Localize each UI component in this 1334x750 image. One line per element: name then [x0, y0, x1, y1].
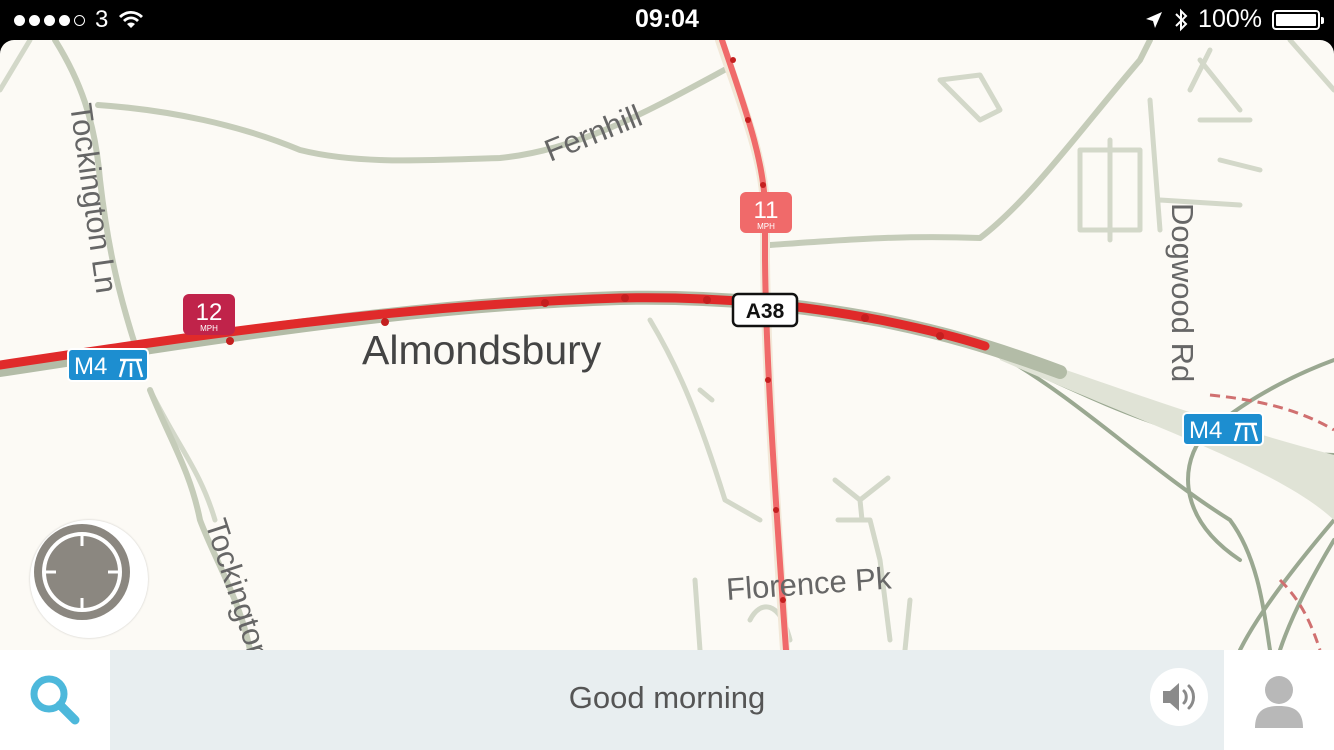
- user-avatar-icon: [1255, 676, 1303, 728]
- speed-marker-12[interactable]: 12 MPH: [183, 294, 235, 335]
- search-icon: [30, 675, 80, 725]
- crosshair-icon: [34, 524, 130, 620]
- sound-button[interactable]: [1150, 668, 1208, 726]
- map-canvas[interactable]: Tockington Ln Tockington Fernhill Dogwoo…: [0, 40, 1334, 650]
- road-label-dogwood-rd: Dogwood Rd: [1165, 203, 1200, 382]
- location-arrow-icon: [1146, 11, 1163, 28]
- greeting-panel[interactable]: Good morning: [110, 650, 1224, 750]
- search-button[interactable]: [0, 650, 110, 750]
- recenter-button[interactable]: [30, 520, 148, 638]
- a38-shield: A38: [731, 292, 799, 328]
- m4-shield-east-label: M4: [1189, 417, 1222, 444]
- status-right: 100%: [1144, 5, 1324, 34]
- status-bar: 3 09:04 100%: [0, 0, 1334, 40]
- m4-shield-west: M4: [67, 348, 149, 382]
- bottom-bar: Good morning: [0, 650, 1334, 750]
- speed-marker-unit: MPH: [757, 222, 775, 231]
- speed-marker-11[interactable]: 11 MPH: [740, 192, 792, 233]
- speed-marker-value: 11: [754, 197, 779, 224]
- speed-marker-unit: MPH: [200, 324, 218, 333]
- road-label-tockington-partial: Tockington: [198, 514, 277, 650]
- battery-percent: 100%: [1198, 5, 1262, 33]
- town-label: Almondsbury: [362, 327, 602, 373]
- battery-icon: [1272, 9, 1324, 30]
- road-label-fernhill: Fernhill: [540, 98, 647, 169]
- m4-shield-west-label: M4: [74, 353, 107, 380]
- road-label-florence-pk: Florence Pk: [725, 560, 893, 606]
- bluetooth-icon: [1175, 8, 1188, 31]
- m4-shield-east: M4: [1182, 412, 1264, 446]
- motorway-interchange: [978, 343, 1334, 650]
- greeting-text: Good morning: [568, 680, 766, 715]
- status-time: 09:04: [635, 5, 699, 33]
- road-label-tockington-ln: Tockington Ln: [63, 101, 124, 295]
- a38-shield-label: A38: [746, 300, 785, 323]
- speed-marker-value: 12: [196, 299, 223, 326]
- profile-button[interactable]: [1224, 650, 1334, 750]
- map-view[interactable]: Tockington Ln Tockington Fernhill Dogwoo…: [0, 40, 1334, 650]
- speaker-icon: [1163, 683, 1195, 711]
